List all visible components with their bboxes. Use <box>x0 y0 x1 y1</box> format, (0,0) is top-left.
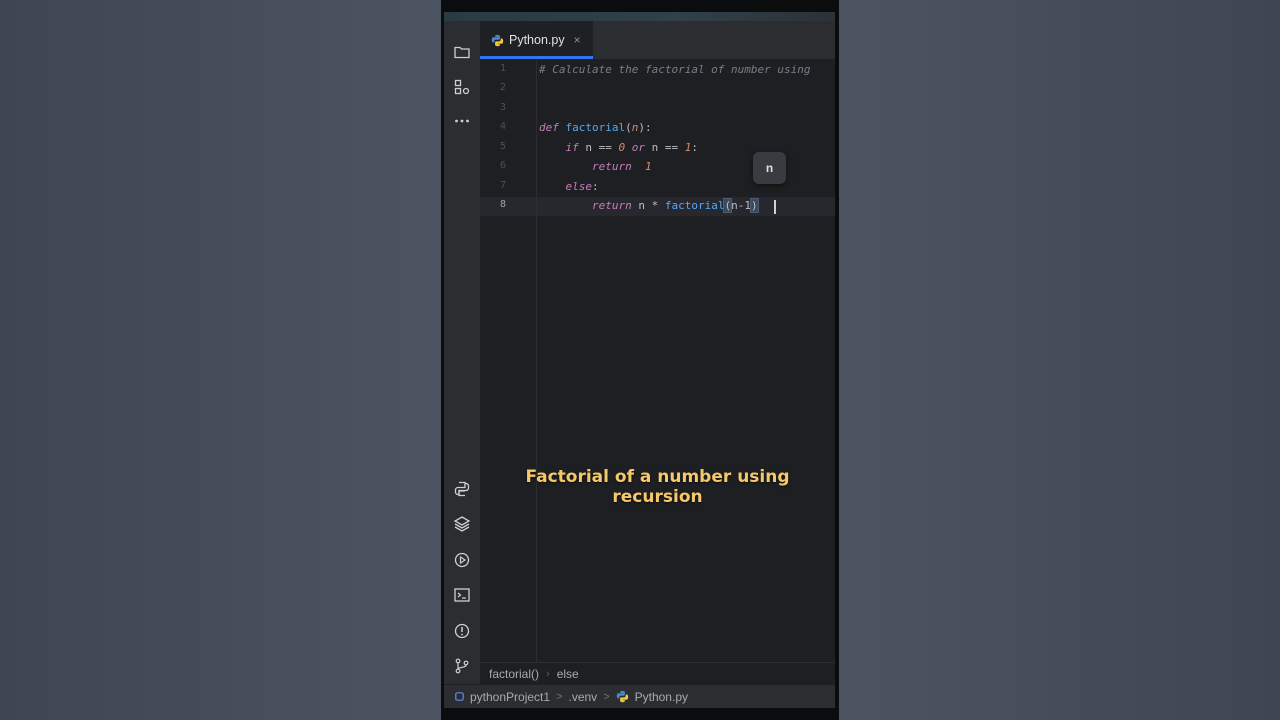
line-number: 6 <box>499 160 506 171</box>
structure-icon[interactable] <box>450 75 474 99</box>
tab-python-py[interactable]: Python.py × <box>480 21 593 59</box>
code-line-7: else: <box>565 180 599 193</box>
window-top-strip <box>444 12 835 21</box>
code-line-5: if n == 0 or n == 1: <box>565 141 699 154</box>
folder-icon[interactable] <box>450 40 474 64</box>
breadcrumb-item-else[interactable]: else <box>557 667 579 681</box>
line-number: 4 <box>499 121 506 132</box>
blurred-background-left <box>0 0 441 720</box>
active-tab-indicator <box>480 56 593 59</box>
breadcrumb-separator: › <box>546 667 550 680</box>
breadcrumb: factorial() › else <box>480 662 835 684</box>
python-logo-icon <box>616 690 628 703</box>
line-number: 2 <box>499 82 506 93</box>
function-name: factorial <box>565 121 626 134</box>
chevron-right-icon: > <box>556 690 563 703</box>
keyword-def: def <box>539 121 559 134</box>
tab-label: Python.py <box>509 33 565 47</box>
keyword-else: else <box>565 180 593 193</box>
statusbar-project[interactable]: pythonProject1 <box>470 690 550 704</box>
breadcrumb-item-function[interactable]: factorial() <box>489 667 539 681</box>
layers-icon[interactable] <box>450 512 474 536</box>
blurred-background-right <box>839 0 1280 720</box>
problems-icon[interactable] <box>450 619 474 643</box>
parameter-info-popup: n <box>753 152 786 184</box>
terminal-icon[interactable] <box>450 583 474 607</box>
video-frame: Python.py × 1 2 3 4 5 6 7 8 # Calculate … <box>441 0 839 720</box>
code-line-1: # Calculate the factorial of number usin… <box>539 60 811 79</box>
line-number: 3 <box>499 102 506 113</box>
run-icon[interactable] <box>450 548 474 572</box>
line-number-gutter: 1 2 3 4 5 6 7 8 <box>480 60 537 662</box>
ide-window: Python.py × 1 2 3 4 5 6 7 8 # Calculate … <box>444 12 835 708</box>
code-line-8: return n * factorial(n-1) <box>591 198 759 213</box>
python-console-icon[interactable] <box>450 477 474 501</box>
python-logo-icon <box>491 34 504 46</box>
status-bar: pythonProject1 > .venv > Python.py <box>444 684 835 708</box>
line-number: 7 <box>499 180 506 191</box>
code-line-4: def factorial(n): <box>539 121 652 134</box>
gutter-divider <box>536 60 537 662</box>
close-icon[interactable]: × <box>574 33 581 47</box>
text-caret <box>774 200 776 214</box>
left-tool-window-bar <box>444 21 481 708</box>
chevron-right-icon: > <box>603 690 610 703</box>
statusbar-venv[interactable]: .venv <box>569 690 598 704</box>
bracket-highlight: ) <box>750 198 759 213</box>
line-number: 5 <box>499 141 506 152</box>
project-icon <box>455 692 464 701</box>
line-number: 1 <box>499 63 506 74</box>
keyword-if: if <box>565 141 579 154</box>
keyword-return: return <box>591 160 632 173</box>
git-icon[interactable] <box>450 654 474 678</box>
line-number-active: 8 <box>499 199 506 210</box>
code-comment: # Calculate the factorial of number usin… <box>539 63 811 76</box>
statusbar-file[interactable]: Python.py <box>635 690 688 704</box>
function-call: factorial <box>664 199 725 212</box>
code-editor[interactable]: 1 2 3 4 5 6 7 8 # Calculate the factoria… <box>480 60 835 662</box>
keyword-return: return <box>591 199 632 212</box>
more-icon[interactable] <box>450 109 474 133</box>
code-line-6: return 1 <box>591 160 652 173</box>
editor-tab-bar: Python.py × <box>480 21 835 60</box>
video-caption: Factorial of a number using recursion <box>525 467 790 507</box>
